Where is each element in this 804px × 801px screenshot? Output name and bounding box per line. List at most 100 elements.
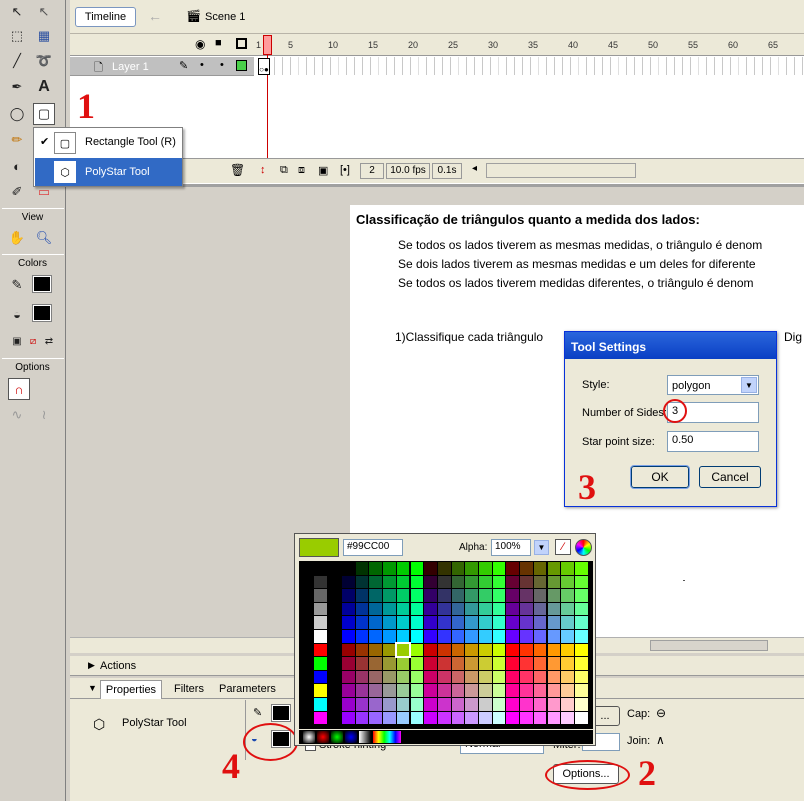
color-swatch[interactable]	[547, 684, 561, 697]
line-tool-icon[interactable]: ╱	[6, 50, 28, 72]
color-swatch[interactable]	[424, 698, 437, 711]
color-swatch[interactable]	[424, 589, 437, 602]
color-swatch[interactable]	[492, 657, 506, 670]
cap-icon[interactable]: ⊖	[656, 706, 666, 720]
color-swatch[interactable]	[479, 698, 492, 711]
color-swatch[interactable]	[533, 575, 547, 589]
color-swatch[interactable]	[410, 670, 424, 684]
color-swatch[interactable]	[342, 684, 355, 697]
color-swatch[interactable]	[506, 657, 520, 670]
color-swatch[interactable]	[574, 602, 588, 616]
color-swatch[interactable]	[520, 670, 533, 684]
no-color-icon[interactable]: ∕	[555, 539, 571, 555]
pencil-tool-icon[interactable]: ✏	[6, 129, 28, 151]
color-swatch[interactable]	[492, 602, 506, 616]
color-swatch[interactable]	[533, 589, 547, 602]
color-swatch[interactable]	[479, 684, 492, 697]
color-swatch[interactable]	[547, 589, 561, 602]
color-swatch[interactable]	[342, 711, 355, 725]
color-swatch[interactable]	[383, 575, 396, 589]
color-swatch[interactable]	[520, 630, 533, 643]
color-swatch[interactable]	[520, 684, 533, 697]
tab-properties[interactable]: Properties	[100, 680, 162, 699]
color-swatch[interactable]	[369, 616, 383, 629]
frame-cell[interactable]	[314, 57, 315, 75]
gradient-swatch[interactable]	[373, 731, 401, 743]
gradient-swatch[interactable]	[331, 731, 343, 743]
color-swatch[interactable]	[492, 616, 506, 629]
color-swatch[interactable]	[424, 670, 437, 684]
color-swatch[interactable]	[520, 711, 533, 725]
frame-cell[interactable]	[274, 57, 275, 75]
color-swatch[interactable]	[314, 711, 327, 725]
color-swatch[interactable]	[410, 589, 424, 602]
color-swatch[interactable]	[479, 670, 492, 684]
playhead[interactable]	[263, 35, 272, 55]
color-swatch[interactable]	[437, 698, 451, 711]
color-swatch[interactable]	[396, 657, 410, 670]
color-swatch[interactable]	[437, 630, 451, 643]
frame-cell[interactable]	[330, 57, 331, 75]
color-swatch[interactable]	[314, 657, 327, 670]
color-swatch[interactable]	[465, 602, 478, 616]
swap-colors-icon[interactable]: ⇄	[38, 330, 60, 352]
color-swatch[interactable]	[369, 711, 383, 725]
color-swatch[interactable]	[437, 711, 451, 725]
timeline-scrollbar[interactable]	[486, 163, 636, 178]
color-swatch[interactable]	[424, 711, 437, 725]
color-swatch[interactable]	[342, 602, 355, 616]
color-swatch[interactable]	[479, 602, 492, 616]
color-swatch[interactable]	[465, 562, 478, 575]
color-swatch[interactable]	[465, 630, 478, 643]
scene-label[interactable]: Scene 1	[205, 11, 245, 23]
alpha-input[interactable]: 100%	[491, 539, 531, 556]
color-swatch[interactable]	[410, 698, 424, 711]
color-swatch[interactable]	[561, 575, 574, 589]
color-swatch[interactable]	[561, 643, 574, 657]
color-swatch[interactable]	[479, 657, 492, 670]
frame-cell[interactable]	[538, 57, 539, 75]
frame-cell[interactable]	[658, 57, 659, 75]
swatch-grid[interactable]	[299, 561, 593, 729]
tab-parameters[interactable]: Parameters	[219, 683, 276, 695]
color-swatch[interactable]	[342, 657, 355, 670]
color-swatch[interactable]	[355, 657, 369, 670]
color-swatch[interactable]	[355, 616, 369, 629]
color-swatch[interactable]	[410, 575, 424, 589]
color-swatch[interactable]	[451, 602, 465, 616]
color-swatch[interactable]	[561, 630, 574, 643]
color-swatch[interactable]	[533, 643, 547, 657]
hex-input[interactable]: #99CC00	[343, 539, 403, 556]
color-swatch[interactable]	[561, 616, 574, 629]
color-swatch[interactable]	[369, 670, 383, 684]
lasso-tool-icon[interactable]: ➰	[33, 50, 55, 72]
color-swatch[interactable]	[533, 562, 547, 575]
free-transform-tool-icon[interactable]: ⬚	[6, 25, 28, 47]
color-swatch[interactable]	[355, 684, 369, 697]
color-swatch[interactable]	[410, 630, 424, 643]
color-swatch[interactable]	[355, 562, 369, 575]
frame-cell[interactable]	[634, 57, 635, 75]
color-swatch[interactable]	[547, 657, 561, 670]
pen-tool-icon[interactable]: ✒	[6, 76, 28, 98]
color-swatch[interactable]	[396, 602, 410, 616]
color-swatch[interactable]	[369, 602, 383, 616]
color-swatch[interactable]	[410, 711, 424, 725]
color-swatch[interactable]	[396, 670, 410, 684]
frame-cell[interactable]	[554, 57, 555, 75]
gradient-swatch[interactable]	[317, 731, 329, 743]
keyframe[interactable]: ○●	[258, 58, 270, 75]
frame-cell[interactable]	[354, 57, 355, 75]
frame-cell[interactable]	[362, 57, 363, 75]
frame-cell[interactable]	[450, 57, 451, 75]
color-swatch[interactable]	[533, 698, 547, 711]
color-swatch[interactable]	[547, 711, 561, 725]
color-swatch[interactable]	[314, 698, 327, 711]
color-swatch[interactable]	[506, 562, 520, 575]
frame-cell[interactable]	[586, 57, 587, 75]
color-swatch[interactable]	[396, 711, 410, 725]
frame-cell[interactable]	[578, 57, 579, 75]
color-swatch[interactable]	[547, 698, 561, 711]
color-swatch[interactable]	[437, 589, 451, 602]
color-swatch[interactable]	[479, 711, 492, 725]
